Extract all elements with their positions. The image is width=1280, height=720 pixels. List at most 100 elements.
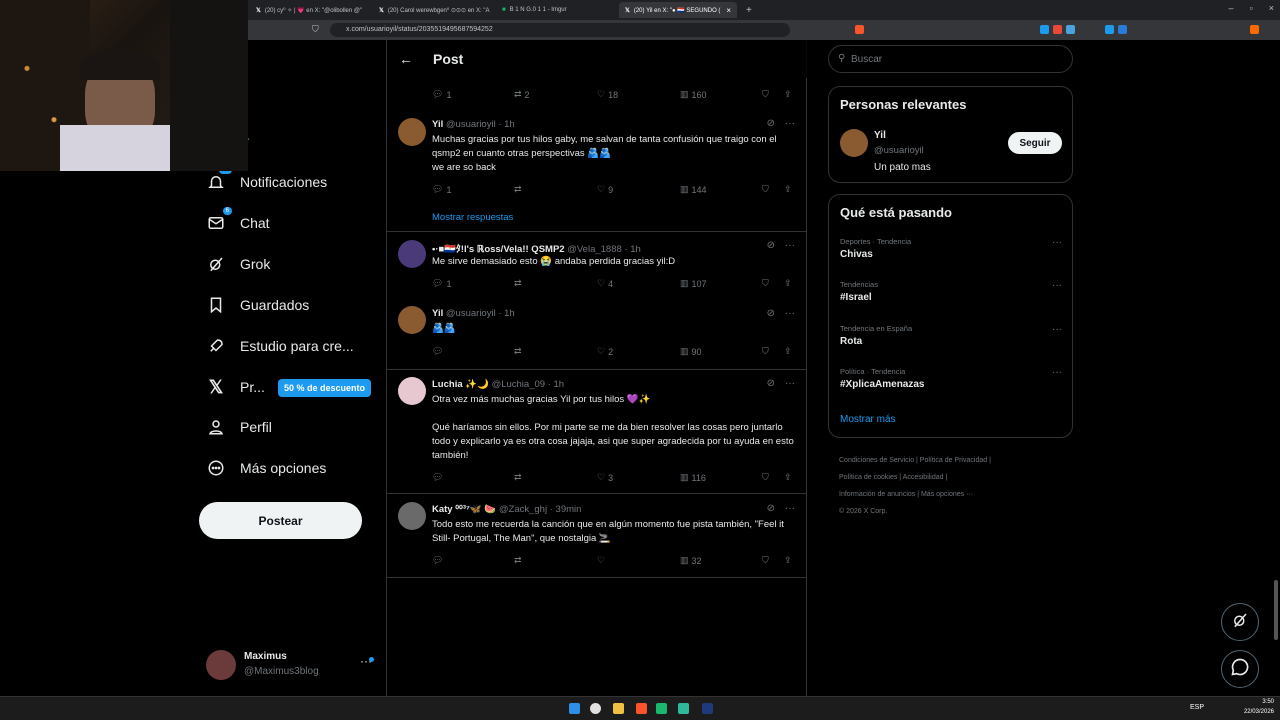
browser-tab[interactable]: 𝕏 (20) Carol werewbgen⁰ ⊙⊙⊙ en X: "A — [373, 2, 495, 18]
views-button[interactable]: ▥ 90 — [680, 346, 702, 357]
browser-tab-active[interactable]: 𝕏 (20) Yil en X: "● 🇵🇾 SEGUNDO (× — [619, 2, 737, 18]
like-button[interactable]: ♡ 9 — [597, 184, 613, 195]
retweet-button[interactable]: ⇄ 2 — [514, 89, 530, 100]
scrollbar-thumb[interactable] — [1274, 580, 1278, 640]
app-icon[interactable] — [678, 703, 689, 714]
share-button[interactable]: ⇪ — [784, 278, 792, 289]
grok-icon[interactable]: ⊘ — [767, 503, 775, 514]
brave-shield-icon[interactable] — [855, 25, 864, 34]
app-icon[interactable] — [656, 703, 667, 714]
file-explorer-icon[interactable] — [613, 703, 624, 714]
retweet-button[interactable]: ⇄ — [514, 472, 522, 483]
avatar[interactable] — [840, 129, 868, 157]
grok-icon[interactable]: ⊘ — [767, 308, 775, 319]
bookmark-icon[interactable]: ⛉ — [312, 24, 319, 35]
footer-line[interactable]: Condiciones de Servicio | Política de Pr… — [839, 452, 1069, 469]
minimize-icon[interactable]: – — [1229, 3, 1234, 13]
share-button[interactable]: ⇪ — [784, 89, 792, 100]
reply-button[interactable]: 💬︎ — [432, 472, 443, 483]
share-button[interactable]: ⇪ — [784, 472, 792, 483]
reply-button[interactable]: 💬︎ 1 — [432, 278, 451, 289]
like-button[interactable]: ♡ 3 — [597, 472, 613, 483]
avatar[interactable] — [398, 377, 426, 405]
avatar[interactable] — [398, 118, 426, 146]
like-button[interactable]: ♡ — [597, 555, 605, 566]
bookmark-button[interactable]: ⛉ — [762, 89, 769, 100]
extension-icon[interactable] — [1118, 25, 1127, 34]
close-tab-icon[interactable]: × — [726, 6, 731, 15]
footer-line[interactable]: Política de cookies | Accesibilidad | — [839, 469, 1069, 486]
bookmark-button[interactable]: ⛉ — [762, 555, 769, 566]
bookmark-button[interactable]: ⛉ — [762, 472, 769, 483]
avatar[interactable] — [398, 502, 426, 530]
post-button[interactable]: Postear — [199, 502, 362, 539]
footer-line[interactable]: Información de anuncios | Más opciones ·… — [839, 486, 1069, 503]
trend-item[interactable]: Deportes · Tendencia Chivas ··· — [840, 237, 1062, 260]
premium-discount-badge[interactable]: 50 % de descuento — [278, 379, 372, 397]
nav-chat[interactable]: 6 Chat — [206, 207, 270, 233]
nav-grok[interactable]: Grok — [206, 254, 270, 274]
share-button[interactable]: ⇪ — [784, 346, 792, 357]
grok-icon[interactable]: ⊘ — [767, 118, 775, 129]
search-icon[interactable] — [590, 703, 601, 714]
retweet-button[interactable]: ⇄ — [514, 184, 522, 195]
maximize-icon[interactable]: ▫ — [1250, 3, 1253, 13]
nav-creator-studio[interactable]: Estudio para cre... — [206, 336, 354, 356]
extension-icon[interactable] — [1105, 25, 1114, 34]
views-button[interactable]: ▥ 144 — [680, 184, 707, 195]
more-icon[interactable]: ··· — [785, 503, 795, 514]
reply-button[interactable]: 💬︎ — [432, 346, 443, 357]
profile-name[interactable]: Yil — [874, 130, 886, 141]
grok-icon[interactable]: ⊘ — [767, 378, 775, 389]
views-button[interactable]: ▥ 160 — [680, 89, 707, 100]
trend-item[interactable]: Tendencias #Israel ··· — [840, 280, 1062, 303]
reply-button[interactable]: 💬︎ 1 — [432, 184, 451, 195]
extension-icon[interactable] — [1066, 25, 1075, 34]
more-icon[interactable]: ··· — [785, 240, 795, 251]
windows-start-icon[interactable] — [569, 703, 580, 714]
nav-bookmarks[interactable]: Guardados — [206, 295, 309, 315]
more-icon[interactable]: ··· — [1052, 324, 1062, 335]
clock-time[interactable]: 3:50 — [1244, 699, 1274, 705]
clock-date[interactable]: 22/03/2026 — [1238, 709, 1274, 715]
show-replies-link[interactable]: Mostrar respuestas — [432, 212, 513, 223]
grok-icon[interactable]: ⊘ — [767, 240, 775, 251]
browser-tab[interactable]: 𝕏 (20) cy⁰ ✧ | 💗 en X: "@olibollen @" — [250, 2, 372, 18]
retweet-button[interactable]: ⇄ — [514, 346, 522, 357]
retweet-button[interactable]: ⇄ — [514, 555, 522, 566]
views-button[interactable]: ▥ 107 — [680, 278, 707, 289]
bookmark-button[interactable]: ⛉ — [762, 346, 769, 357]
new-tab-button[interactable]: + — [740, 2, 756, 18]
avatar[interactable] — [206, 650, 236, 680]
extension-icon[interactable] — [1250, 25, 1259, 34]
like-button[interactable]: ♡ 2 — [597, 346, 613, 357]
close-window-icon[interactable]: × — [1269, 3, 1274, 13]
reply-button[interactable]: 💬︎ 1 — [432, 89, 451, 100]
nav-profile[interactable]: Perfil — [206, 417, 272, 437]
brave-browser-icon[interactable] — [636, 703, 647, 714]
extension-icon[interactable] — [1053, 25, 1062, 34]
app-icon[interactable] — [702, 703, 713, 714]
like-button[interactable]: ♡ 18 — [597, 89, 618, 100]
nav-notifications[interactable]: 14 Notificaciones — [206, 166, 327, 192]
browser-tab[interactable]: ■ B 1 N G.0 1 1 - Imgur — [496, 2, 618, 18]
more-icon[interactable]: ··· — [1052, 280, 1062, 291]
like-button[interactable]: ♡ 4 — [597, 278, 613, 289]
reply-button[interactable]: 💬︎ — [432, 555, 443, 566]
retweet-button[interactable]: ⇄ — [514, 278, 522, 289]
show-more-link[interactable]: Mostrar más — [840, 414, 896, 425]
nav-premium[interactable]: 𝕏 Pr... — [206, 377, 265, 397]
bookmark-button[interactable]: ⛉ — [762, 278, 769, 289]
search-input[interactable]: ⚲ Buscar — [828, 45, 1073, 73]
url-field[interactable]: x.com/usuarioyil/status/2035519495687594… — [330, 23, 790, 37]
follow-button[interactable]: Seguir — [1008, 132, 1062, 154]
more-icon[interactable]: ··· — [785, 118, 795, 129]
more-icon[interactable]: ··· — [1052, 367, 1062, 378]
more-icon[interactable]: ··· — [1052, 237, 1062, 248]
bookmark-button[interactable]: ⛉ — [762, 184, 769, 195]
avatar[interactable] — [398, 240, 426, 268]
share-button[interactable]: ⇪ — [784, 555, 792, 566]
more-icon[interactable]: ··· — [785, 378, 795, 389]
grok-fab-button[interactable] — [1221, 603, 1259, 641]
more-icon[interactable]: ··· — [785, 308, 795, 319]
